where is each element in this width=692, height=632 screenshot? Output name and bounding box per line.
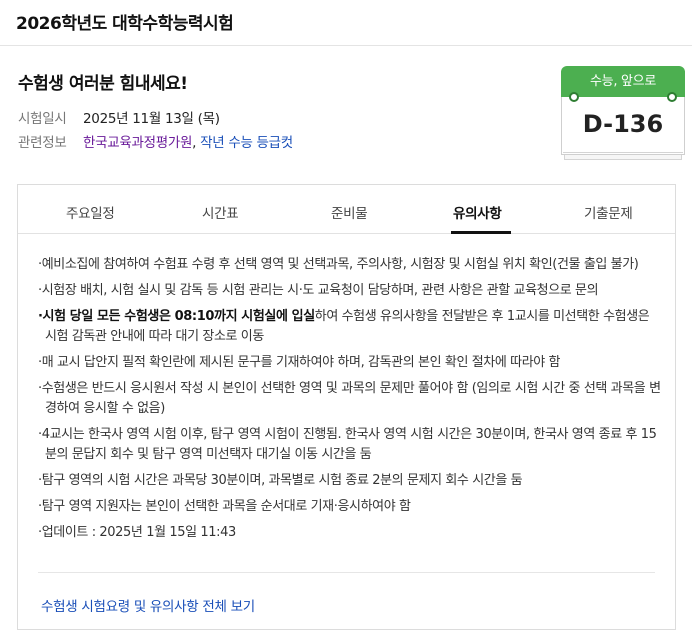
calendar-ring-icon	[667, 92, 677, 102]
tab-precautions[interactable]: 유의사항	[453, 202, 502, 222]
tab-past-exams[interactable]: 기출문제	[584, 202, 633, 222]
divider	[38, 572, 655, 573]
exam-info-panel: 주요일정 시간표 준비물 유의사항 기출문제 ·예비소집에 참여하여 수험표 수…	[17, 184, 676, 630]
precautions-list: ·예비소집에 참여하여 수험표 수령 후 선택 영역 및 선택과목, 주의사항,…	[38, 255, 663, 549]
exam-date-label: 시험일시	[18, 111, 67, 127]
tab-supplies[interactable]: 준비물	[331, 202, 368, 222]
tab-timetable[interactable]: 시간표	[202, 202, 239, 222]
calendar-page-line	[563, 152, 683, 153]
active-tab-indicator	[451, 231, 511, 234]
tab-schedule[interactable]: 주요일정	[66, 202, 115, 222]
kice-link[interactable]: 한국교육과정평가원	[83, 135, 192, 151]
page-title: 2026학년도 대학수학능력시험	[16, 14, 234, 34]
page-header: 2026학년도 대학수학능력시험	[0, 0, 692, 46]
dday-calendar: 수능, 앞으로 D-136	[561, 66, 685, 162]
list-item: ·4교시는 한국사 영역 시험 이후, 탐구 영역 시험이 진행됨. 한국사 영…	[38, 427, 657, 462]
tab-bar: 주요일정 시간표 준비물 유의사항 기출문제	[18, 185, 675, 234]
update-timestamp: ·업데이트 : 2025년 1월 15일 11:43	[38, 525, 236, 540]
list-item: ·수험생은 반드시 응시원서 작성 시 본인이 선택한 영역 및 과목의 문제만…	[38, 381, 661, 416]
emphasis-text: ·시험 당일 모든 수험생은 08:10까지 시험실에 입실	[38, 309, 315, 324]
related-separator: ,	[192, 135, 197, 151]
related-info-row: 관련정보 한국교육과정평가원, 작년 수능 등급컷	[18, 131, 293, 151]
list-item: ·시험장 배치, 시험 실시 및 감독 등 시험 관리는 시·도 교육청이 담당…	[38, 283, 599, 298]
list-item: ·탐구 영역의 시험 시간은 과목당 30분이며, 과목별로 시험 종료 2분의…	[38, 473, 523, 488]
calendar-ring-icon	[569, 92, 579, 102]
dday-value: D-136	[582, 110, 664, 138]
list-item: ·탐구 영역 지원자는 본인이 선택한 과목을 순서대로 기재·응시하여야 함	[38, 499, 411, 514]
list-item: ·매 교시 답안지 필적 확인란에 제시된 문구를 기재하여야 하며, 감독관의…	[38, 355, 561, 370]
exam-date-value: 2025년 11월 13일 (목)	[83, 111, 220, 127]
list-item: ·시험 당일 모든 수험생은 08:10까지 시험실에 입실하여 수험생 유의사…	[38, 309, 650, 344]
list-item: ·예비소집에 참여하여 수험표 수령 후 선택 영역 및 선택과목, 주의사항,…	[38, 257, 639, 272]
calendar-page-stack	[564, 155, 682, 160]
last-year-grade-cut-link[interactable]: 작년 수능 등급컷	[200, 135, 293, 151]
exam-date-row: 시험일시 2025년 11월 13일 (목)	[18, 107, 220, 127]
cheer-message: 수험생 여러분 힘내세요!	[18, 74, 188, 94]
related-info-label: 관련정보	[18, 135, 67, 151]
dday-caption: 수능, 앞으로	[561, 66, 685, 97]
view-all-precautions-link[interactable]: 수험생 시험요령 및 유의사항 전체 보기	[41, 595, 255, 615]
